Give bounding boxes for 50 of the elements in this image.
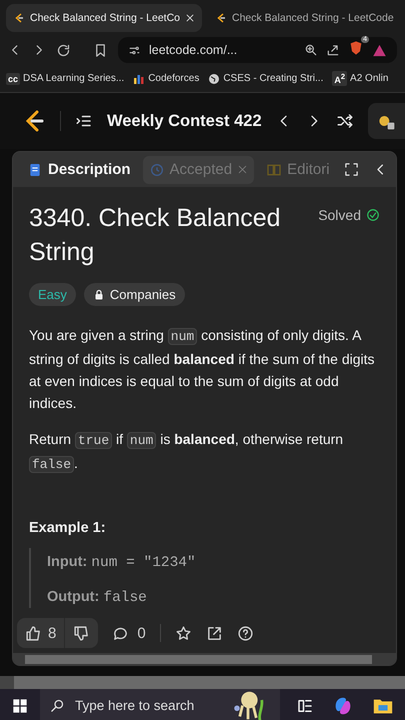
bookmark[interactable]: Codeforces [133, 72, 200, 84]
fullscreen-icon[interactable] [344, 162, 359, 177]
page-scrollbar[interactable] [0, 676, 405, 689]
search-icon [50, 698, 65, 713]
shield-icon[interactable] [348, 40, 364, 56]
bookmark[interactable]: cc DSA Learning Series... [6, 72, 124, 84]
browser-tab[interactable]: Check Balanced String - LeetCo [6, 4, 202, 32]
favicon-icon [13, 12, 25, 24]
bookmark[interactable]: A$^{2}$ A2 Onlin [332, 71, 388, 86]
thumbs-down-icon [73, 624, 90, 642]
share-icon[interactable] [326, 43, 340, 57]
book-icon [266, 162, 282, 178]
taskbar-search-field[interactable]: Type here to search [40, 689, 280, 720]
reload-icon[interactable] [56, 42, 71, 58]
tab-title: Check Balanced String - LeetCo [30, 12, 180, 24]
browser-tab[interactable]: Check Balanced String - LeetCode [208, 4, 401, 32]
site-icon: cc [6, 72, 20, 84]
triangle-icon[interactable] [372, 42, 387, 58]
favicon-icon [215, 12, 227, 24]
companies-tag[interactable]: Companies [84, 283, 185, 306]
settings-sliders-icon[interactable] [128, 44, 141, 56]
zoom-icon[interactable] [304, 43, 318, 57]
contest-title[interactable]: Weekly Contest 422 [106, 112, 262, 130]
close-icon[interactable] [185, 12, 195, 22]
bar-chart-icon [133, 72, 146, 84]
solved-label: Solved [318, 207, 361, 223]
example-line: Input: num = "1234" [47, 553, 197, 573]
horizontal-scrollbar[interactable] [13, 653, 396, 665]
panel-tab[interactable]: Description [21, 156, 137, 184]
shuffle-icon[interactable] [336, 112, 354, 130]
thumbs-up-icon [25, 624, 42, 642]
help-icon[interactable] [236, 624, 254, 642]
clock-icon [148, 162, 165, 178]
example-heading: Example 1: [29, 520, 107, 536]
star-icon[interactable] [174, 624, 192, 642]
example-line: Output: false [47, 588, 148, 608]
description-paragraph: You are given a string num consisting of only digits. A string of digits is called balanced if the sum of the digits at even indices is equal to the sum of digits at odd indices. [29, 326, 376, 413]
check-circle-icon [366, 208, 380, 222]
description-paragraph: Return true if num is balanced, otherwise return false . [29, 430, 344, 475]
problem-title: 3340. Check Balanced String [29, 203, 282, 268]
external-link-icon[interactable] [206, 624, 223, 642]
bookmark-icon[interactable] [93, 42, 108, 58]
lock-icon [92, 288, 105, 300]
comments-button[interactable]: 0 [112, 624, 146, 642]
difficulty-tag[interactable]: Easy [29, 283, 76, 306]
windows-icon[interactable] [12, 698, 28, 714]
tab-title: Check Balanced String - LeetCode [232, 12, 394, 24]
url-text: leetcode.com/... [149, 43, 238, 57]
bookmark[interactable]: CSES - Creating Stri... [208, 72, 324, 84]
site-icon: A$^{2}$ [332, 71, 348, 86]
